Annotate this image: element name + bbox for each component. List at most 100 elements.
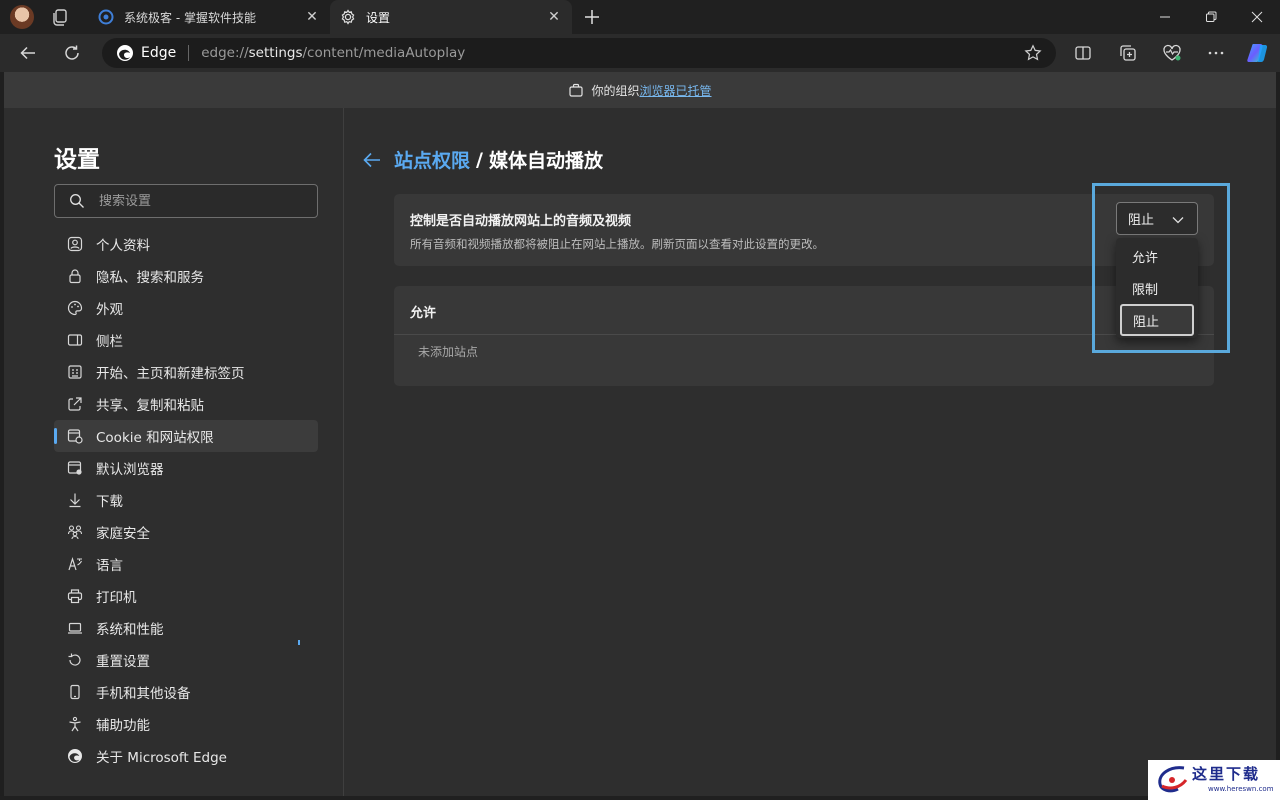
edge-brand-label: Edge [141, 45, 177, 61]
close-tab-icon[interactable]: ✕ [546, 9, 562, 25]
sidebar-item-label: 外观 [96, 302, 123, 318]
address-bar[interactable]: Edge edge://settings/content/mediaAutopl… [102, 38, 1056, 68]
sidebar-nav: 个人资料 隐私、搜索和服务 外观 侧栏 开始、主页和新建标签页 共享、复制和粘贴… [54, 228, 318, 772]
sidebar-item-system[interactable]: 系统和性能 [54, 612, 318, 644]
sidebar-item-accessibility[interactable]: 辅助功能 [54, 708, 318, 740]
briefcase-icon [568, 82, 584, 98]
sidebar-item-label: 隐私、搜索和服务 [96, 270, 204, 286]
sidebar-item-label: 语言 [96, 558, 123, 574]
page-title: 设置 [54, 147, 100, 173]
sidebar-item-about[interactable]: 关于 Microsoft Edge [54, 740, 318, 772]
minimize-button[interactable] [1142, 0, 1188, 34]
sidebar-item-label: 重置设置 [96, 654, 150, 670]
setting-description: 所有音频和视频播放都将被阻止在网站上播放。刷新页面以查看对此设置的更改。 [410, 237, 824, 251]
sidebar-item-languages[interactable]: 语言 [54, 548, 318, 580]
new-tab-icon[interactable] [582, 7, 602, 27]
browser-toolbar: Edge edge://settings/content/mediaAutopl… [0, 34, 1280, 72]
breadcrumb: 站点权限 / 媒体自动播放 [362, 146, 603, 173]
sidebar-item-reset[interactable]: 重置设置 [54, 644, 318, 676]
sidebar-item-label: 辅助功能 [96, 718, 150, 734]
sidebar-item-start-home[interactable]: 开始、主页和新建标签页 [54, 356, 318, 388]
browser-icon [66, 459, 84, 477]
tab-settings[interactable]: 设置 ✕ [330, 0, 572, 34]
more-options-icon[interactable] [1206, 43, 1226, 63]
sidebar-item-label: 手机和其他设备 [96, 686, 191, 702]
bottom-edge [0, 796, 1280, 800]
title-bar: 系统极客 - 掌握软件技能 ✕ 设置 ✕ [0, 0, 1280, 34]
family-icon [66, 523, 84, 541]
palette-icon [66, 299, 84, 317]
sidebar-item-phone[interactable]: 手机和其他设备 [54, 676, 318, 708]
sidebar-item-cookies-permissions[interactable]: Cookie 和网站权限 [54, 420, 318, 452]
settings-page: 设置 个人资料 隐私、搜索和服务 外观 侧栏 开始、主页和新建标签页 [4, 108, 1276, 796]
watermark-url: www.hereswn.com [1208, 785, 1274, 793]
search-input[interactable] [99, 193, 299, 209]
tab-system-geek[interactable]: 系统极客 - 掌握软件技能 ✕ [88, 0, 330, 34]
watermark-text: 这里下载 [1192, 765, 1261, 783]
copilot-icon[interactable] [1246, 41, 1270, 65]
sidebar-item-share[interactable]: 共享、复制和粘贴 [54, 388, 318, 420]
browser-essentials-icon[interactable] [1162, 43, 1182, 63]
tab-actions-icon[interactable] [50, 7, 70, 27]
share-icon [66, 395, 84, 413]
restore-button[interactable] [1188, 0, 1234, 34]
sidebar-item-label: 家庭安全 [96, 526, 150, 542]
collections-icon[interactable] [1118, 43, 1138, 63]
laptop-icon [66, 619, 84, 637]
site-permissions-icon [66, 427, 84, 445]
back-button[interactable] [17, 42, 39, 64]
sidebar-item-label: 下载 [96, 494, 123, 510]
sidebar-item-label: 系统和性能 [96, 622, 164, 638]
breadcrumb-current: 媒体自动播放 [488, 150, 603, 172]
setting-title: 控制是否自动播放网站上的音频及视频 [410, 214, 632, 229]
managed-browser-bar: 你的组织 浏览器已托管 [4, 72, 1276, 108]
highlight-box [1092, 183, 1230, 353]
sidebar-item-profile[interactable]: 个人资料 [54, 228, 318, 260]
managed-browser-link[interactable]: 浏览器已托管 [640, 82, 712, 99]
breadcrumb-separator: / [476, 148, 483, 171]
search-icon [69, 193, 85, 209]
sidebar-item-appearance[interactable]: 外观 [54, 292, 318, 324]
download-icon [66, 491, 84, 509]
tab-title: 系统极客 - 掌握软件技能 [124, 10, 256, 25]
breadcrumb-site-permissions-link[interactable]: 站点权限 [394, 146, 470, 173]
sidebar-icon [66, 331, 84, 349]
refresh-button[interactable] [61, 42, 83, 64]
sidebar-item-label: Cookie 和网站权限 [96, 430, 214, 446]
split-screen-icon[interactable] [1073, 43, 1093, 63]
watermark: 这里下载 www.hereswn.com [1148, 760, 1280, 800]
focus-marker [298, 640, 300, 645]
sidebar-item-label: 默认浏览器 [96, 462, 164, 478]
language-icon [66, 555, 84, 573]
section-divider [394, 334, 1214, 335]
phone-icon [66, 683, 84, 701]
sidebar-item-sidebar[interactable]: 侧栏 [54, 324, 318, 356]
sidebar-item-privacy[interactable]: 隐私、搜索和服务 [54, 260, 318, 292]
close-window-button[interactable] [1234, 0, 1280, 34]
sidebar-item-downloads[interactable]: 下载 [54, 484, 318, 516]
lock-icon [66, 267, 84, 285]
profile-avatar[interactable] [10, 5, 34, 29]
sidebar-item-family[interactable]: 家庭安全 [54, 516, 318, 548]
site-favicon-icon [98, 9, 114, 25]
profile-icon [66, 235, 84, 253]
home-grid-icon [66, 363, 84, 381]
back-arrow-icon[interactable] [362, 150, 382, 170]
favorite-star-icon[interactable] [1024, 44, 1042, 62]
sidebar-divider [343, 108, 344, 796]
gear-icon [340, 9, 356, 25]
sidebar-item-printers[interactable]: 打印机 [54, 580, 318, 612]
close-tab-icon[interactable]: ✕ [304, 9, 320, 25]
sidebar-item-label: 开始、主页和新建标签页 [96, 366, 245, 382]
omnibox-separator [188, 45, 190, 61]
search-field[interactable] [54, 184, 318, 218]
sidebar-item-default-browser[interactable]: 默认浏览器 [54, 452, 318, 484]
sidebar-item-label: 关于 Microsoft Edge [96, 750, 227, 766]
allow-list-card: 允许 未添加站点 [394, 286, 1214, 386]
printer-icon [66, 587, 84, 605]
reset-icon [66, 651, 84, 669]
sidebar-item-label: 共享、复制和粘贴 [96, 398, 204, 414]
empty-list-text: 未添加站点 [418, 345, 479, 359]
watermark-logo-icon [1154, 764, 1190, 796]
allow-section-title: 允许 [410, 306, 437, 321]
